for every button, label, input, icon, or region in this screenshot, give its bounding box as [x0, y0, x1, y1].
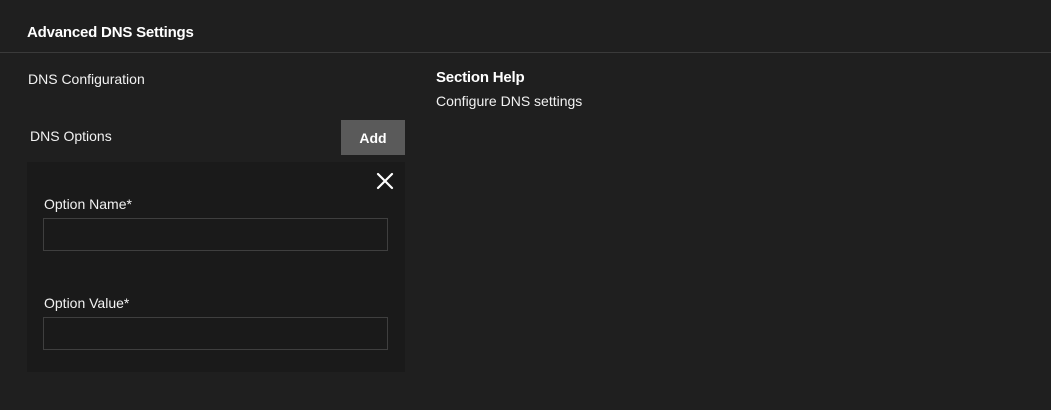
required-marker: * — [123, 295, 130, 311]
option-name-label-text: Option Name — [44, 196, 127, 212]
section-title: Advanced DNS Settings — [27, 24, 194, 41]
required-marker: * — [126, 196, 132, 212]
dns-options-label: DNS Options — [30, 128, 112, 144]
section-help-text: Configure DNS settings — [436, 93, 583, 109]
dns-option-card: Option Name* Option Value* — [27, 162, 405, 372]
section-help-title: Section Help — [436, 69, 525, 86]
section-header: Advanced DNS Settings — [0, 0, 1051, 53]
option-value-input[interactable] — [43, 317, 388, 350]
advanced-dns-settings-page: Advanced DNS Settings DNS Configuration … — [0, 0, 1051, 410]
option-value-label-text: Option Value — [44, 295, 124, 311]
option-value-label: Option Value* — [44, 295, 129, 311]
option-name-input[interactable] — [43, 218, 388, 251]
close-icon[interactable] — [376, 172, 394, 190]
add-button[interactable]: Add — [341, 120, 405, 155]
dns-configuration-label: DNS Configuration — [28, 71, 145, 87]
option-name-label: Option Name* — [44, 196, 132, 212]
